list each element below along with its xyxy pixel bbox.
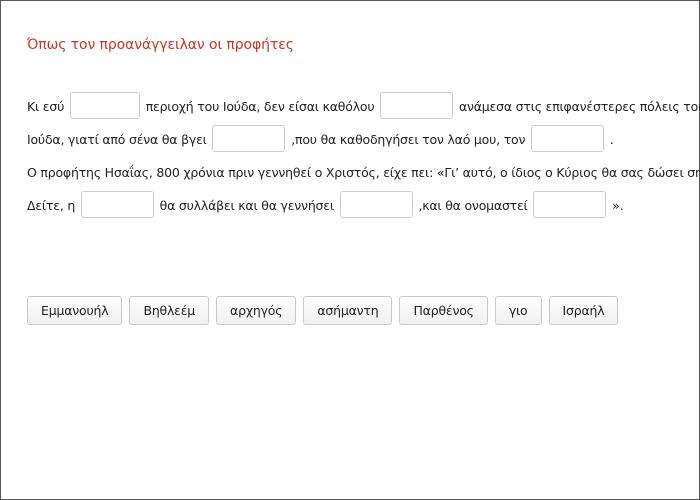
text-segment: θα συλλάβει και θα γεννήσει	[159, 198, 334, 213]
answer-gap-2[interactable]	[380, 92, 454, 119]
answer-gap-4[interactable]	[531, 125, 605, 152]
word-chip[interactable]: Ισραήλ	[548, 296, 619, 325]
word-bank: Εμμανουήλ Βηθλεέμ αρχηγός ασήμαντη Παρθέ…	[27, 296, 619, 325]
text-line-1: Κι εσύ περιοχή του Ιούδα, δεν είσαι καθό…	[27, 90, 700, 123]
text-segment: Κι εσύ	[27, 99, 65, 114]
text-segment: ».	[612, 198, 624, 213]
answer-gap-3[interactable]	[212, 125, 286, 152]
word-chip[interactable]: αρχηγός	[216, 296, 297, 325]
answer-gap-7[interactable]	[533, 191, 607, 218]
answer-gap-6[interactable]	[339, 191, 413, 218]
fill-in-text: Κι εσύ περιοχή του Ιούδα, δεν είσαι καθό…	[27, 90, 700, 222]
text-line-4: Δείτε, η θα συλλάβει και θα γεννήσει ,κα…	[27, 189, 692, 222]
text-segment: ,που θα καθοδηγήσει τον λαό μου, τον	[291, 132, 526, 147]
text-segment: Δείτε, η	[27, 198, 76, 213]
word-chip[interactable]: Βηθλεέμ	[129, 296, 210, 325]
word-chip[interactable]: γιο	[494, 296, 542, 325]
exercise-frame	[0, 0, 700, 500]
text-line-2: Ιούδα, γιατί από σένα θα βγει ,που θα κα…	[27, 123, 692, 156]
answer-gap-5[interactable]	[80, 191, 154, 218]
text-segment: Ιούδα, γιατί από σένα θα βγει	[27, 132, 207, 147]
text-line-3: Ο προφήτης Ησαΐας, 800 χρόνια πριν γεννη…	[27, 156, 700, 189]
exercise-title: Όπως τον προανάγγειλαν οι προφήτες	[27, 37, 294, 53]
word-chip[interactable]: Εμμανουήλ	[27, 296, 123, 325]
word-chip[interactable]: ασήμαντη	[303, 296, 393, 325]
word-chip[interactable]: Παρθένος	[399, 296, 488, 325]
answer-gap-1[interactable]	[69, 92, 140, 119]
text-segment: Ο προφήτης Ησαΐας, 800 χρόνια πριν γεννη…	[27, 165, 700, 180]
text-segment: ,και θα ονομαστεί	[418, 198, 528, 213]
text-segment: .	[609, 132, 614, 147]
text-segment: ανάμεσα στις επιφανέστερες πόλεις του	[458, 99, 700, 114]
text-segment: περιοχή του Ιούδα, δεν είσαι καθόλου	[145, 99, 375, 114]
